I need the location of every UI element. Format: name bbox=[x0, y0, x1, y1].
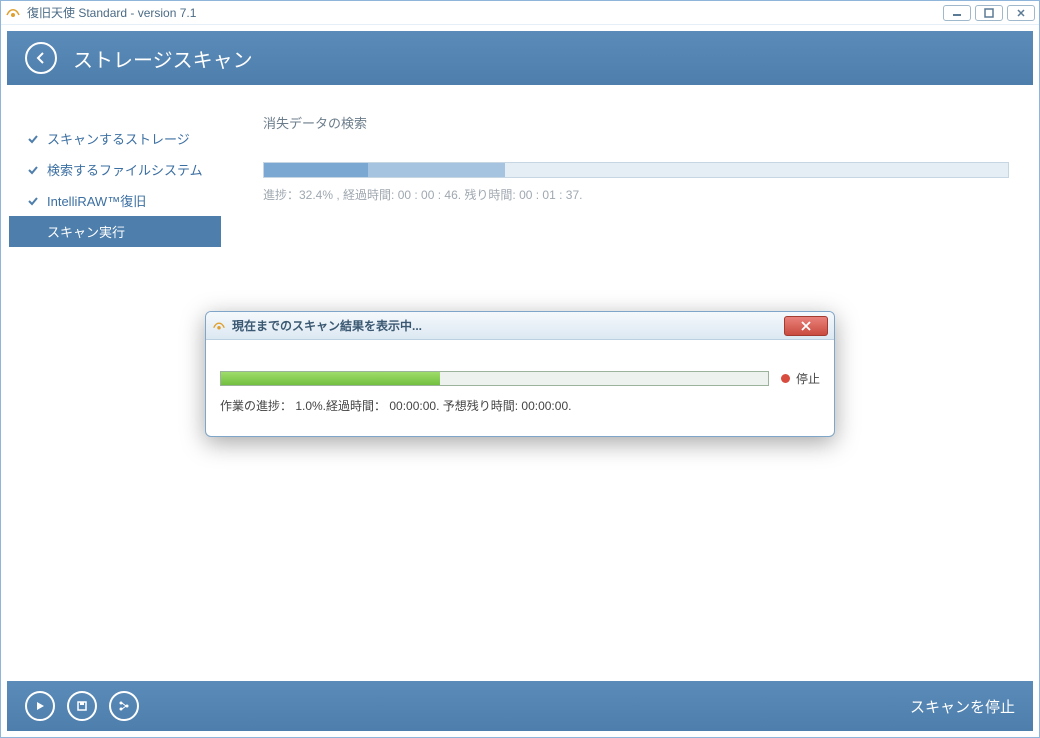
sidebar-item-label: IntelliRAW™復旧 bbox=[47, 191, 146, 210]
modal-status-text: 作業の進捗： 1.0%.経過時間： 00:00:00. 予想残り時間: 00:0… bbox=[220, 397, 820, 414]
modal-body: 停止 作業の進捗： 1.0%.経過時間： 00:00:00. 予想残り時間: 0… bbox=[206, 340, 834, 436]
app-icon bbox=[212, 319, 226, 333]
check-icon bbox=[27, 195, 39, 207]
modal-progress-row: 停止 bbox=[220, 370, 820, 387]
minimize-button[interactable] bbox=[943, 5, 971, 21]
scan-progress-fill-current bbox=[264, 163, 368, 177]
scan-progress-text: 進捗：32.4% , 経過時間: 00 : 00 : 46. 残り時間: 00 … bbox=[263, 186, 1009, 203]
sidebar-item-storage[interactable]: スキャンするストレージ bbox=[7, 123, 239, 154]
modal-title: 現在までのスキャン結果を表示中... bbox=[232, 317, 784, 334]
stop-label: 停止 bbox=[796, 370, 820, 387]
tree-button[interactable] bbox=[109, 691, 139, 721]
sidebar-item-filesystem[interactable]: 検索するファイルシステム bbox=[7, 154, 239, 185]
scan-progress-bar bbox=[263, 162, 1009, 178]
play-button[interactable] bbox=[25, 691, 55, 721]
stop-icon bbox=[781, 374, 790, 383]
save-button[interactable] bbox=[67, 691, 97, 721]
close-button[interactable] bbox=[1007, 5, 1035, 21]
section-title: 消失データの検索 bbox=[263, 113, 1009, 132]
window-controls bbox=[943, 5, 1035, 21]
modal-titlebar: 現在までのスキャン結果を表示中... bbox=[206, 312, 834, 340]
footer: スキャンを停止 bbox=[7, 681, 1033, 731]
page-header: ストレージスキャン bbox=[7, 31, 1033, 85]
modal-progress-bar bbox=[220, 371, 769, 386]
modal-close-button[interactable] bbox=[784, 316, 828, 336]
check-icon bbox=[27, 133, 39, 145]
sidebar-item-label: スキャン実行 bbox=[47, 222, 125, 241]
stop-scan-button[interactable]: スキャンを停止 bbox=[910, 696, 1015, 717]
maximize-button[interactable] bbox=[975, 5, 1003, 21]
app-window: 復旧天使 Standard - version 7.1 ストレージスキャン bbox=[0, 0, 1040, 738]
titlebar: 復旧天使 Standard - version 7.1 bbox=[1, 1, 1039, 25]
sidebar-item-intelliraw[interactable]: IntelliRAW™復旧 bbox=[7, 185, 239, 216]
footer-left bbox=[25, 691, 139, 721]
page-title: ストレージスキャン bbox=[73, 44, 253, 73]
modal-stop-button[interactable]: 停止 bbox=[781, 370, 820, 387]
sidebar-item-label: スキャンするストレージ bbox=[47, 129, 190, 148]
app-icon bbox=[5, 5, 21, 21]
back-button[interactable] bbox=[25, 42, 57, 74]
window-title: 復旧天使 Standard - version 7.1 bbox=[27, 4, 943, 21]
modal-progress-fill bbox=[221, 372, 440, 385]
sidebar-item-label: 検索するファイルシステム bbox=[47, 160, 203, 179]
sidebar-item-run-scan[interactable]: スキャン実行 bbox=[9, 216, 221, 247]
check-icon bbox=[27, 164, 39, 176]
modal-dialog: 現在までのスキャン結果を表示中... 停止 作業の進捗： 1.0%.経過時間： … bbox=[205, 311, 835, 437]
